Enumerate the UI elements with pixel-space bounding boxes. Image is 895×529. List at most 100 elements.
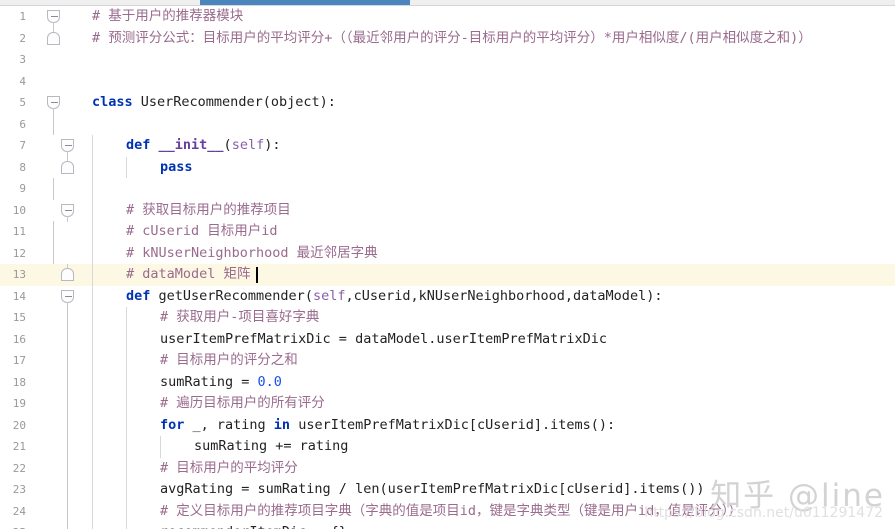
code-line[interactable]: 16 userItemPrefMatrixDic = dataModel.user… (0, 328, 895, 351)
code-token: class (92, 94, 141, 110)
code-text[interactable]: # kNUserNeighborhood 最近邻居字典 (126, 243, 378, 265)
line-number: 4 (19, 74, 26, 88)
fold-column[interactable] (60, 200, 76, 222)
code-token: sumRating = (160, 373, 258, 390)
code-token: userItemPrefMatrixDic = dataModel.userIt… (160, 330, 608, 347)
fold-column[interactable] (60, 371, 76, 393)
line-number: 24 (12, 504, 26, 518)
code-token: ,cUserid,kNUserNeighborhood,dataModel): (345, 287, 663, 304)
fold-column[interactable] (60, 457, 76, 479)
fold-column[interactable] (46, 242, 62, 264)
code-line[interactable]: 4 (0, 71, 895, 93)
code-editor: 1 # 基于用户的推荐器模块 2 # 预测评分公式：目标用户的平均评分+（（最近邻用户… (0, 0, 895, 529)
fold-guide-line (53, 221, 54, 243)
code-line[interactable]: 18 sumRating = 0.0 (0, 371, 895, 394)
code-line[interactable]: 11 # cUserid 目标用户id (0, 221, 895, 243)
fold-column[interactable] (60, 500, 76, 522)
fold-column[interactable] (46, 49, 62, 71)
fold-column[interactable] (46, 221, 62, 243)
code-token: avgRating = sumRating / len(userItemPref… (160, 481, 705, 497)
fold-column[interactable] (60, 479, 76, 501)
code-text[interactable]: # 获取用户-项目喜好字典 (160, 307, 319, 329)
indent-guide (160, 436, 161, 458)
fold-column[interactable] (46, 6, 62, 28)
fold-column[interactable] (60, 156, 76, 179)
code-line[interactable]: 1 # 基于用户的推荐器模块 (0, 6, 895, 28)
fold-column[interactable] (46, 27, 62, 50)
code-text[interactable]: # 目标用户的评分之和 (160, 350, 298, 372)
code-line[interactable]: 5 class UserRecommender(object): (0, 92, 895, 114)
fold-column[interactable] (60, 307, 76, 329)
code-line[interactable]: 15 # 获取用户-项目喜好字典 (0, 307, 895, 329)
code-line[interactable]: 14 def getUserRecommender(self,cUserid,kN… (0, 285, 895, 308)
line-number: 12 (12, 246, 26, 260)
fold-column[interactable] (60, 522, 76, 529)
indent-guide (92, 264, 93, 286)
code-text[interactable]: for _, rating in userItemPrefMatrixDic[c… (160, 415, 615, 437)
fold-column[interactable] (46, 113, 62, 135)
code-line[interactable]: 22 # 目标用户的平均评分 (0, 457, 895, 480)
fold-column[interactable] (60, 414, 76, 436)
fold-column[interactable] (60, 328, 76, 350)
indent-guide (92, 522, 93, 529)
code-text[interactable]: userItemPrefMatrixDic = dataModel.userIt… (160, 329, 607, 351)
scrollbar-thumb[interactable] (200, 0, 410, 5)
code-line[interactable]: 10 # 获取目标用户的推荐项目 (0, 199, 895, 222)
code-text[interactable]: # 目标用户的平均评分 (160, 458, 298, 480)
code-text[interactable]: def __init__(self): (126, 135, 280, 157)
line-number: 9 (19, 182, 26, 195)
code-text[interactable]: pass (160, 157, 193, 179)
code-text[interactable]: # dataModel 矩阵 (126, 264, 251, 286)
fold-column[interactable] (60, 436, 76, 458)
code-line[interactable]: 19 # 遍历目标用户的所有评分 (0, 393, 895, 415)
code-text[interactable]: # 遍历目标用户的所有评分 (160, 393, 325, 415)
fold-column[interactable] (60, 135, 76, 157)
fold-column[interactable] (46, 71, 62, 93)
code-token: sumRating += rating (194, 438, 349, 454)
code-line[interactable]: 17 # 目标用户的评分之和 (0, 350, 895, 372)
fold-guide-line (53, 178, 54, 200)
code-text[interactable]: recommenderItemDic = {} (160, 522, 347, 529)
code-text[interactable]: def getUserRecommender(self,cUserid,kNUs… (126, 286, 662, 308)
code-line[interactable]: 12 # kNUserNeighborhood 最近邻居字典 (0, 242, 895, 265)
fold-column[interactable] (60, 393, 76, 415)
indent-guide (92, 178, 93, 200)
minus-icon (65, 145, 72, 146)
code-line[interactable]: 6 (0, 113, 895, 135)
code-line[interactable]: 13 # dataModel 矩阵 (0, 264, 895, 286)
code-line[interactable]: 23 avgRating = sumRating / len(userItemPr… (0, 479, 895, 501)
code-text[interactable]: # 定义目标用户的推荐项目字典（字典的值是项目id，键是字典类型（键是用户id，… (160, 501, 742, 523)
code-line[interactable]: 21 sumRating += rating (0, 436, 895, 458)
code-line[interactable]: 8 pass (0, 156, 895, 179)
code-line[interactable]: 9 (0, 178, 895, 200)
fold-column[interactable] (60, 350, 76, 372)
code-text[interactable]: # 预测评分公式：目标用户的平均评分+（（最近邻用户的评分-目标用户的平均评分）… (92, 28, 812, 50)
code-line[interactable]: 25 recommenderItemDic = {} (0, 522, 895, 529)
code-text[interactable]: # 基于用户的推荐器模块 (92, 6, 243, 28)
code-line[interactable]: 3 (0, 49, 895, 71)
fold-end-icon[interactable] (47, 31, 60, 45)
code-line[interactable]: 2 # 预测评分公式：目标用户的平均评分+（（最近邻用户的评分-目标用户的平均评分… (0, 27, 895, 50)
line-number: 22 (12, 461, 26, 475)
code-line[interactable]: 24 # 定义目标用户的推荐项目字典（字典的值是项目id，键是字典类型（键是用户i… (0, 500, 895, 523)
code-text[interactable]: # 获取目标用户的推荐项目 (126, 200, 291, 222)
code-text[interactable]: avgRating = sumRating / len(userItemPref… (160, 479, 705, 501)
editor-lines[interactable]: 1 # 基于用户的推荐器模块 2 # 预测评分公式：目标用户的平均评分+（（最近邻用户… (0, 6, 895, 529)
code-text[interactable]: sumRating = 0.0 (160, 372, 282, 394)
code-line[interactable]: 7 def __init__(self): (0, 135, 895, 157)
indent-guide (126, 436, 127, 458)
code-text[interactable]: class UserRecommender(object): (92, 92, 336, 114)
code-line[interactable]: 20 for _, rating in userItemPrefMatrixDic… (0, 414, 895, 437)
code-token: def (126, 287, 159, 304)
fold-column[interactable] (46, 178, 62, 200)
fold-column[interactable] (60, 264, 76, 286)
fold-end-icon[interactable] (61, 268, 74, 281)
fold-column[interactable] (60, 286, 76, 308)
fold-column[interactable] (46, 92, 62, 114)
code-token: # 基于用户的推荐器模块 (92, 8, 244, 24)
scrollbar-track[interactable] (0, 0, 895, 5)
code-text[interactable]: # cUserid 目标用户id (126, 221, 278, 243)
code-text[interactable]: sumRating += rating (194, 436, 348, 458)
fold-end-icon[interactable] (61, 160, 74, 174)
minus-icon (65, 295, 72, 297)
